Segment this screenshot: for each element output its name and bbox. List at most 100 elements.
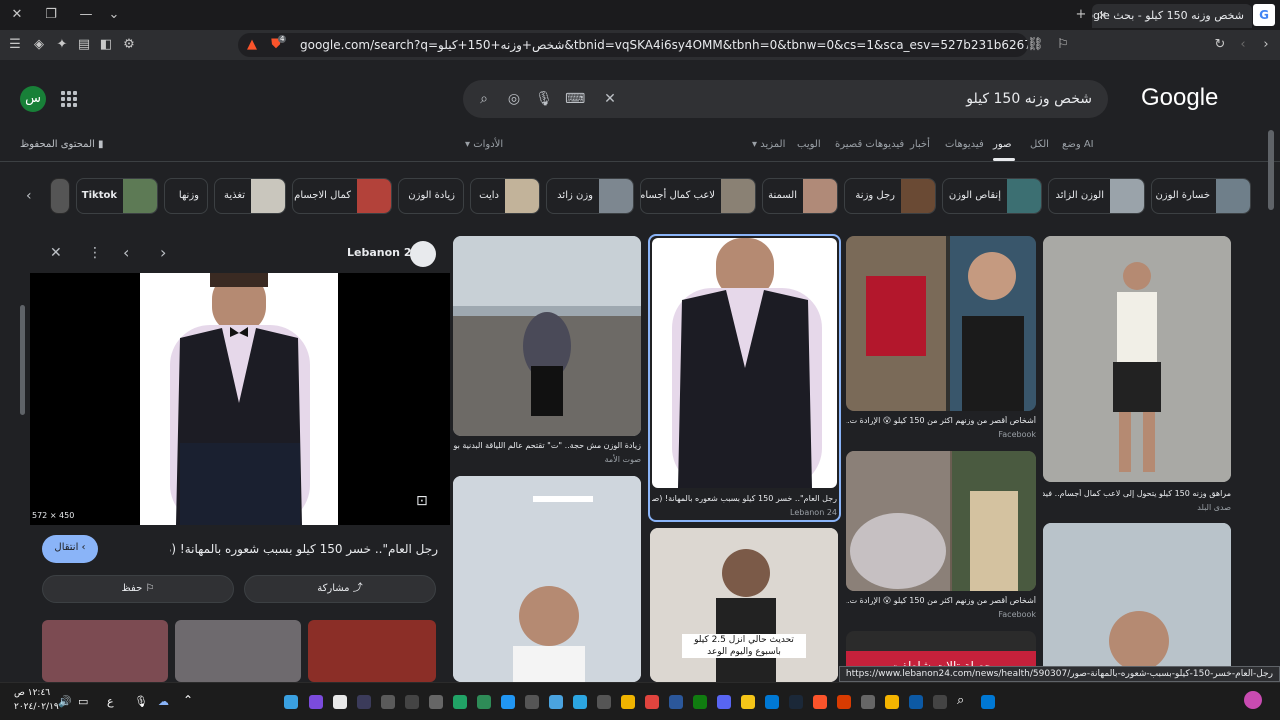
tab-list-chevron-icon[interactable]: ⌄: [103, 4, 125, 26]
chips-prev-icon[interactable]: ‹: [26, 188, 32, 204]
browser-tab[interactable]: ✕ شخص وزنه 150 كيلو - بحث Google: [1092, 4, 1252, 28]
result-image[interactable]: [846, 236, 1036, 411]
tray-overflow-icon[interactable]: ⌃: [183, 693, 193, 707]
forward-icon[interactable]: ‹: [1235, 37, 1251, 53]
result-caption[interactable]: أشخاص أقصر من وزنهم اكثر من 150 كيلو 😮 ا…: [846, 596, 1036, 605]
chip-obesity[interactable]: السمنة: [762, 178, 838, 214]
chip-excess-weight[interactable]: وزن زائد: [546, 178, 634, 214]
app-icon[interactable]: [549, 695, 563, 709]
copilot-icon[interactable]: [1244, 691, 1262, 709]
chip-overweight[interactable]: الوزن الزائد: [1048, 178, 1145, 214]
clear-icon[interactable]: ✕: [601, 90, 619, 108]
app-icon[interactable]: [501, 695, 515, 709]
restore-window-icon[interactable]: ❐: [40, 4, 62, 26]
lens-icon[interactable]: ◎: [505, 90, 523, 108]
app-icon[interactable]: [789, 695, 803, 709]
result-image[interactable]: [453, 236, 641, 436]
result-caption[interactable]: مراهق وزنه 150 كيلو يتحول إلى لاعب كمال …: [1043, 489, 1231, 498]
result-source[interactable]: Lebanon 24: [652, 508, 837, 517]
result-caption[interactable]: زيادة الوزن مش حجة.. "ت" تقتحم عالم اللي…: [453, 441, 641, 450]
result-source[interactable]: صوت الأمة: [453, 455, 641, 464]
more-options-icon[interactable]: ⋮: [88, 245, 102, 261]
onedrive-icon[interactable]: ☁: [158, 695, 169, 708]
chip-lose-weight[interactable]: إنقاص الوزن: [942, 178, 1042, 214]
search-input[interactable]: شخص وزنه 150 كيلو: [966, 80, 1092, 118]
result-image[interactable]: [846, 451, 1036, 591]
result-image[interactable]: [652, 238, 837, 488]
app-icon[interactable]: [381, 695, 395, 709]
reload-icon[interactable]: ↻: [1212, 37, 1228, 53]
close-window-icon[interactable]: ✕: [6, 4, 28, 26]
related-thumb[interactable]: [42, 620, 168, 682]
mic-icon[interactable]: 🎙: [535, 90, 553, 108]
app-icon[interactable]: [837, 695, 851, 709]
warning-icon[interactable]: ▲: [244, 37, 260, 53]
app-icon[interactable]: [453, 695, 467, 709]
chip-bodybuilding[interactable]: كمال الاجسام: [292, 178, 392, 214]
related-thumb[interactable]: [175, 620, 301, 682]
app-icon[interactable]: [645, 695, 659, 709]
app-icon[interactable]: [525, 695, 539, 709]
search-taskbar-icon[interactable]: ⌕: [957, 693, 964, 708]
share-button[interactable]: مشاركة ⤴: [244, 575, 436, 603]
puzzle-icon[interactable]: ⚙: [121, 37, 137, 53]
preview-scrollbar[interactable]: [20, 305, 25, 415]
tab-short-videos[interactable]: فيديوهات قصيرة: [835, 139, 904, 150]
chip-weight-loss[interactable]: خسارة الوزن: [1151, 178, 1251, 214]
app-icon[interactable]: [861, 695, 875, 709]
app-icon[interactable]: [309, 695, 323, 709]
tab-ai-mode[interactable]: وضع AI: [1062, 139, 1094, 150]
result-image[interactable]: تحديث حالي انزل 2.5 كيلو باسبوع واليوم ا…: [650, 528, 838, 682]
reader-icon[interactable]: ▤: [76, 37, 92, 53]
menu-icon[interactable]: ☰: [7, 37, 23, 53]
tab-all[interactable]: الكل: [1030, 139, 1049, 150]
brave-taskbar-icon[interactable]: [813, 695, 827, 709]
result-caption[interactable]: رجل العام".. خسر 150 كيلو بسبب شعوره بال…: [652, 494, 837, 503]
mic-tray-icon[interactable]: 🎙: [134, 695, 148, 708]
app-icon[interactable]: [597, 695, 611, 709]
tab-videos[interactable]: فيديوهات: [945, 139, 984, 150]
avatar[interactable]: س: [20, 86, 46, 112]
tab-close-icon[interactable]: ✕: [1098, 4, 1107, 28]
lens-search-icon[interactable]: ⊡: [416, 493, 428, 509]
preview-title[interactable]: رجل العام".. خسر 150 كيلو بسبب شعوره بال…: [170, 542, 438, 556]
chip-faded[interactable]: [50, 178, 70, 214]
preview-image[interactable]: [140, 273, 338, 525]
extensions-icon[interactable]: ✦: [54, 37, 70, 53]
chip-her-weight[interactable]: وزنها: [164, 178, 208, 214]
address-bar[interactable]: google.com/search?q=شخص+وزنه+150+كيلو&tb…: [238, 33, 1028, 57]
clock-time[interactable]: ١٢:٤٦ ص: [14, 688, 50, 698]
search-box[interactable]: ⌕ ◎ 🎙 ⌨ ✕ شخص وزنه 150 كيلو: [463, 80, 1108, 118]
chip-weighty-man[interactable]: رجل وزنة: [844, 178, 936, 214]
app-icon[interactable]: [573, 695, 587, 709]
app-icon[interactable]: [765, 695, 779, 709]
app-icon[interactable]: [405, 695, 419, 709]
result-image[interactable]: [1043, 523, 1231, 682]
link-icon[interactable]: ⛓: [1027, 37, 1044, 53]
app-icon[interactable]: [885, 695, 899, 709]
app-icon[interactable]: [284, 695, 298, 709]
tab-images[interactable]: صور: [993, 139, 1012, 150]
tab-web[interactable]: الويب: [797, 139, 821, 150]
chip-bodybuilder[interactable]: لاعب كمال أجسام: [640, 178, 756, 214]
result-caption[interactable]: أشخاص أقصر من وزنهم اكثر من 150 كيلو 😮 ا…: [846, 416, 1036, 425]
page-scrollbar[interactable]: [1268, 130, 1274, 210]
back-icon[interactable]: ›: [1258, 37, 1274, 53]
preview-source[interactable]: Lebanon 24: [347, 246, 419, 259]
app-icon[interactable]: [333, 695, 347, 709]
app-icon[interactable]: [477, 695, 491, 709]
start-icon[interactable]: [981, 695, 995, 709]
language-indicator[interactable]: ع: [107, 695, 114, 708]
tab-more[interactable]: ▾ المزيد: [752, 139, 785, 150]
tab-tools[interactable]: ▾ الأدوات: [465, 139, 503, 150]
new-tab-icon[interactable]: +: [1070, 4, 1092, 26]
app-icon[interactable]: [429, 695, 443, 709]
chip-diet[interactable]: دايت: [470, 178, 540, 214]
app-icon[interactable]: [357, 695, 371, 709]
save-button[interactable]: حفظ ⚐: [42, 575, 234, 603]
app-icon[interactable]: [741, 695, 755, 709]
result-selected[interactable]: رجل العام".. خسر 150 كيلو بسبب شعوره بال…: [648, 234, 841, 522]
chip-nutrition[interactable]: تغذية: [214, 178, 286, 214]
volume-icon[interactable]: 🔊: [58, 695, 72, 708]
app-icon[interactable]: [669, 695, 683, 709]
